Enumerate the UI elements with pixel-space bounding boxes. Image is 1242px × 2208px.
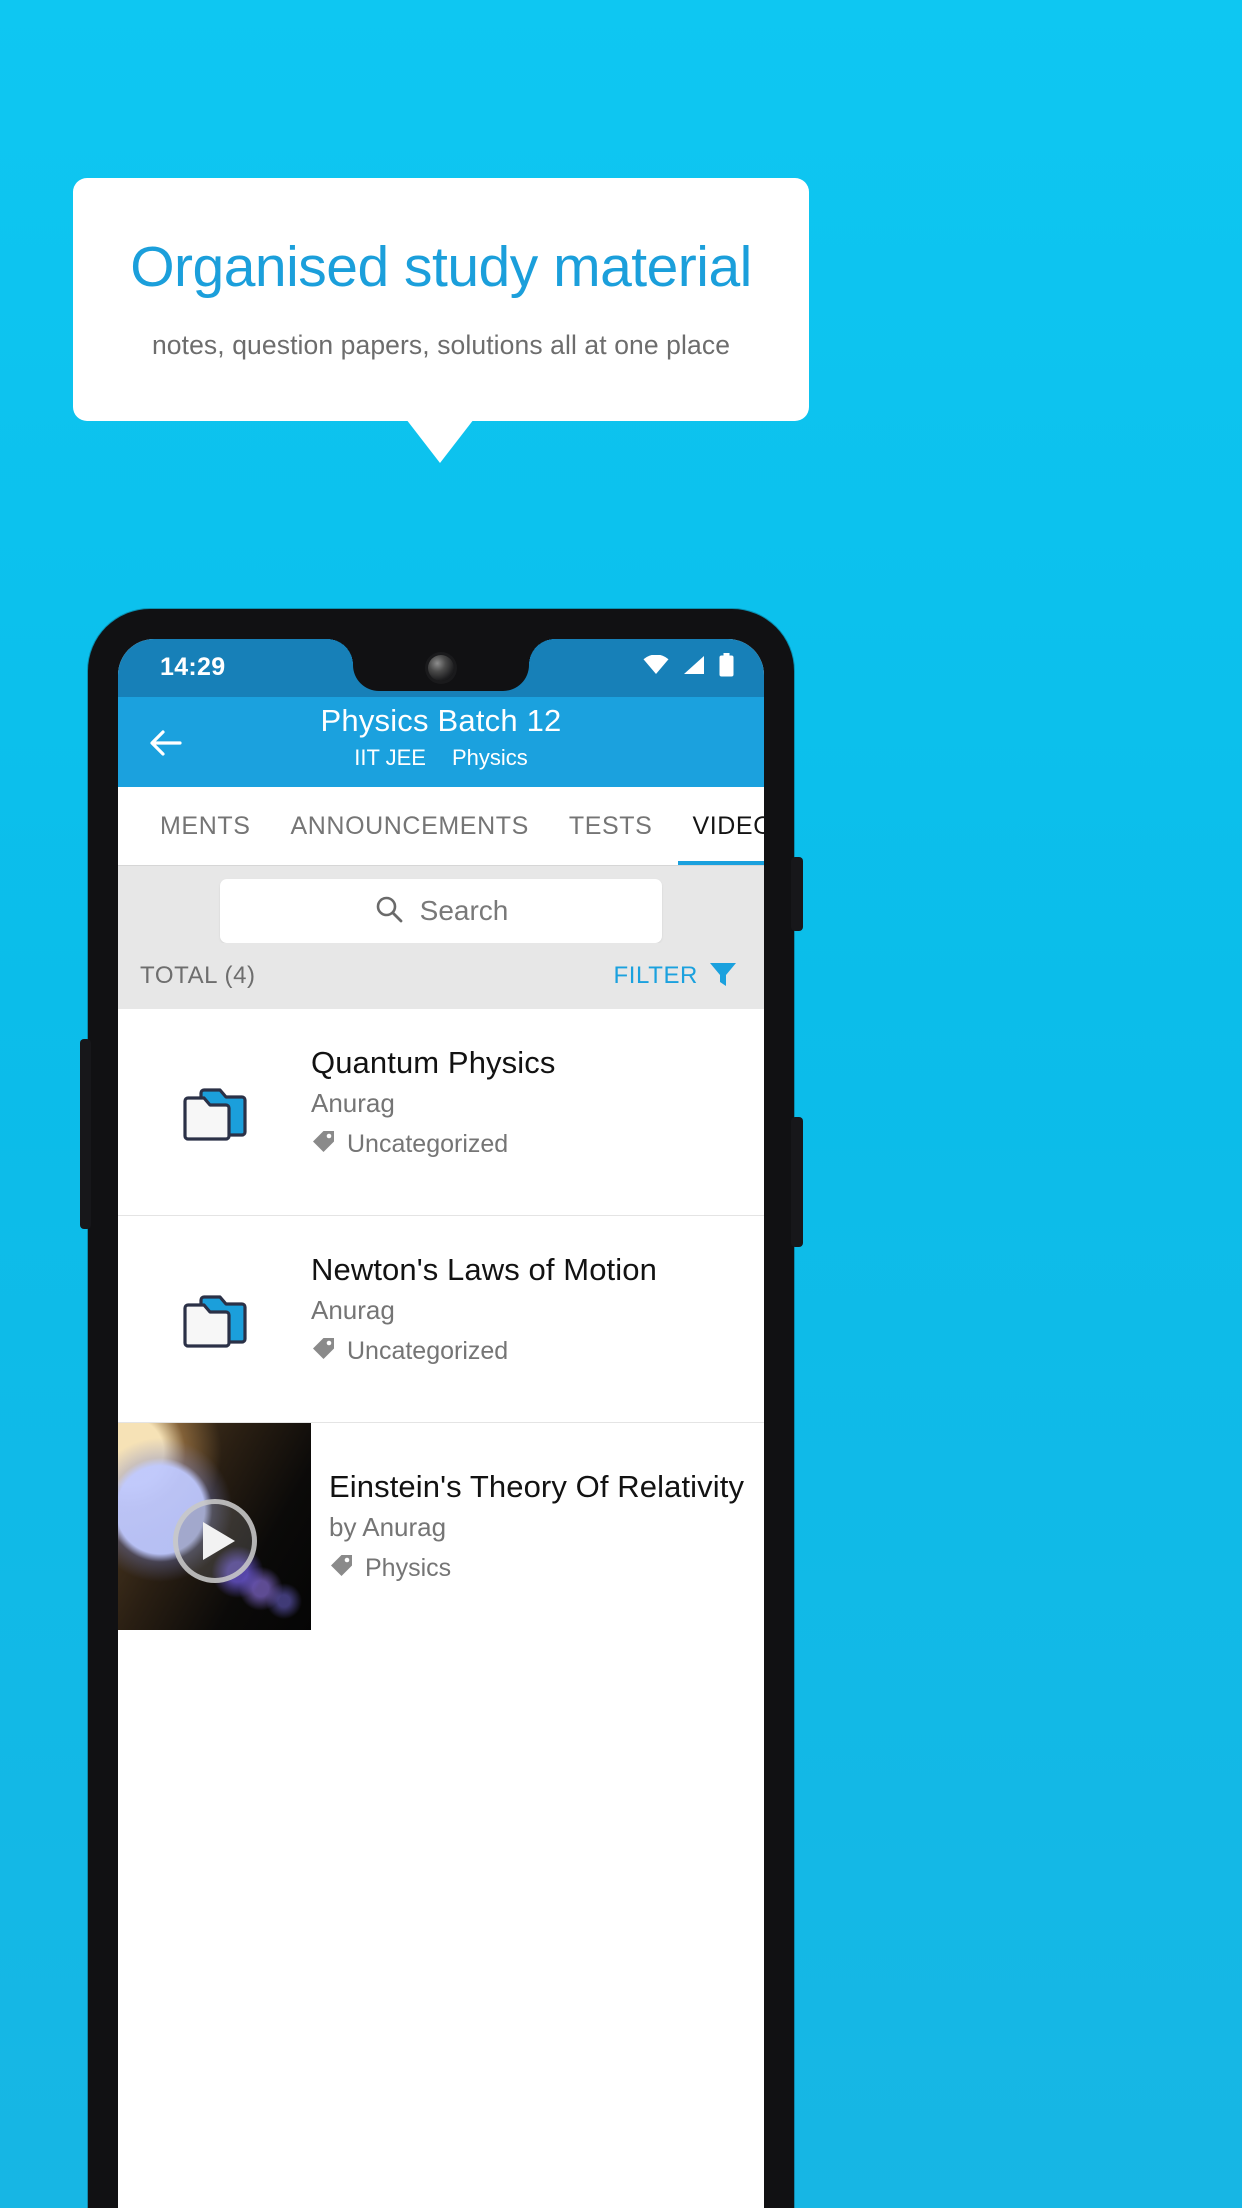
promo-card: Organised study material notes, question…: [73, 178, 809, 421]
tag-icon: [311, 1129, 336, 1159]
phone-power-button[interactable]: [791, 857, 803, 931]
promo-subtitle: notes, question papers, solutions all at…: [151, 330, 731, 360]
list-item-tag: Physics: [365, 1553, 452, 1582]
phone-screen: 14:29 Physics Batch 12 IIT JEE Physics M…: [118, 639, 764, 2208]
list-item-title: Quantum Physics: [311, 1045, 556, 1080]
app-bar: Physics Batch 12 IIT JEE Physics: [118, 697, 764, 787]
folder-icon: [118, 1216, 311, 1423]
list-item[interactable]: Quantum Physics Anurag Uncategorized: [118, 1009, 764, 1216]
status-time: 14:29: [160, 653, 226, 681]
play-triangle: [203, 1521, 235, 1560]
tab-bar: MENTS ANNOUNCEMENTS TESTS VIDEOS: [118, 787, 764, 865]
signal-icon: [682, 655, 706, 680]
folder-icon: [118, 1009, 311, 1216]
list-item-tag: Uncategorized: [347, 1129, 509, 1158]
list-item[interactable]: Newton's Laws of Motion Anurag Uncategor…: [118, 1216, 764, 1423]
search-input[interactable]: Search: [220, 879, 662, 943]
play-icon[interactable]: [172, 1498, 257, 1583]
phone-side-button-left[interactable]: [80, 1039, 91, 1229]
tab-videos[interactable]: VIDEOS: [672, 787, 764, 865]
tag-icon: [329, 1553, 354, 1583]
status-bar: 14:29: [118, 639, 764, 697]
app-bar-subject: Physics: [451, 745, 528, 770]
app-bar-course: IIT JEE: [354, 745, 426, 770]
list-item-author: Anurag: [311, 1088, 395, 1118]
list-item-author: Anurag: [311, 1295, 395, 1325]
phone-volume-button[interactable]: [791, 1117, 803, 1247]
list-item-text: Einstein's Theory Of Relativity by Anura…: [311, 1423, 744, 1630]
status-icons: [643, 653, 734, 682]
list-item-title: Einstein's Theory Of Relativity: [329, 1469, 745, 1504]
list-item-author: by Anurag: [329, 1512, 447, 1542]
list-item-tag: Uncategorized: [347, 1336, 509, 1365]
battery-icon: [719, 653, 734, 682]
list-item-tagline: Physics: [329, 1553, 744, 1583]
wifi-icon: [643, 654, 669, 680]
list-item-title: Newton's Laws of Motion: [311, 1252, 657, 1287]
phone-frame: 14:29 Physics Batch 12 IIT JEE Physics M…: [80, 609, 803, 2208]
list-item[interactable]: Einstein's Theory Of Relativity by Anura…: [118, 1423, 764, 1630]
page-title: Physics Batch 12: [320, 703, 562, 738]
search-placeholder: Search: [419, 895, 509, 926]
list-item-tagline: Uncategorized: [311, 1336, 657, 1366]
list-item-text: Newton's Laws of Motion Anurag Uncategor…: [311, 1216, 657, 1366]
front-camera: [428, 655, 454, 681]
tab-announcements[interactable]: ANNOUNCEMENTS: [271, 787, 549, 865]
tab-tests[interactable]: TESTS: [549, 787, 673, 865]
search-icon: [374, 894, 404, 929]
search-section: Search: [118, 865, 764, 943]
list-item-tagline: Uncategorized: [311, 1129, 555, 1159]
app-bar-subtitle: IIT JEE Physics: [118, 745, 764, 771]
promo-title: Organised study material: [130, 235, 752, 299]
filter-label: FILTER: [613, 962, 698, 989]
tab-ments[interactable]: MENTS: [140, 787, 271, 865]
tag-icon: [311, 1336, 336, 1366]
list-item-text: Quantum Physics Anurag Uncategorized: [311, 1009, 555, 1159]
list-toolbar: TOTAL (4) FILTER: [118, 943, 764, 1009]
filter-button[interactable]: FILTER: [614, 959, 739, 994]
promo-card-tail: [406, 419, 474, 463]
video-thumbnail[interactable]: [118, 1423, 311, 1630]
filter-funnel-icon: [708, 959, 738, 994]
total-count-label: TOTAL (4): [140, 962, 256, 989]
